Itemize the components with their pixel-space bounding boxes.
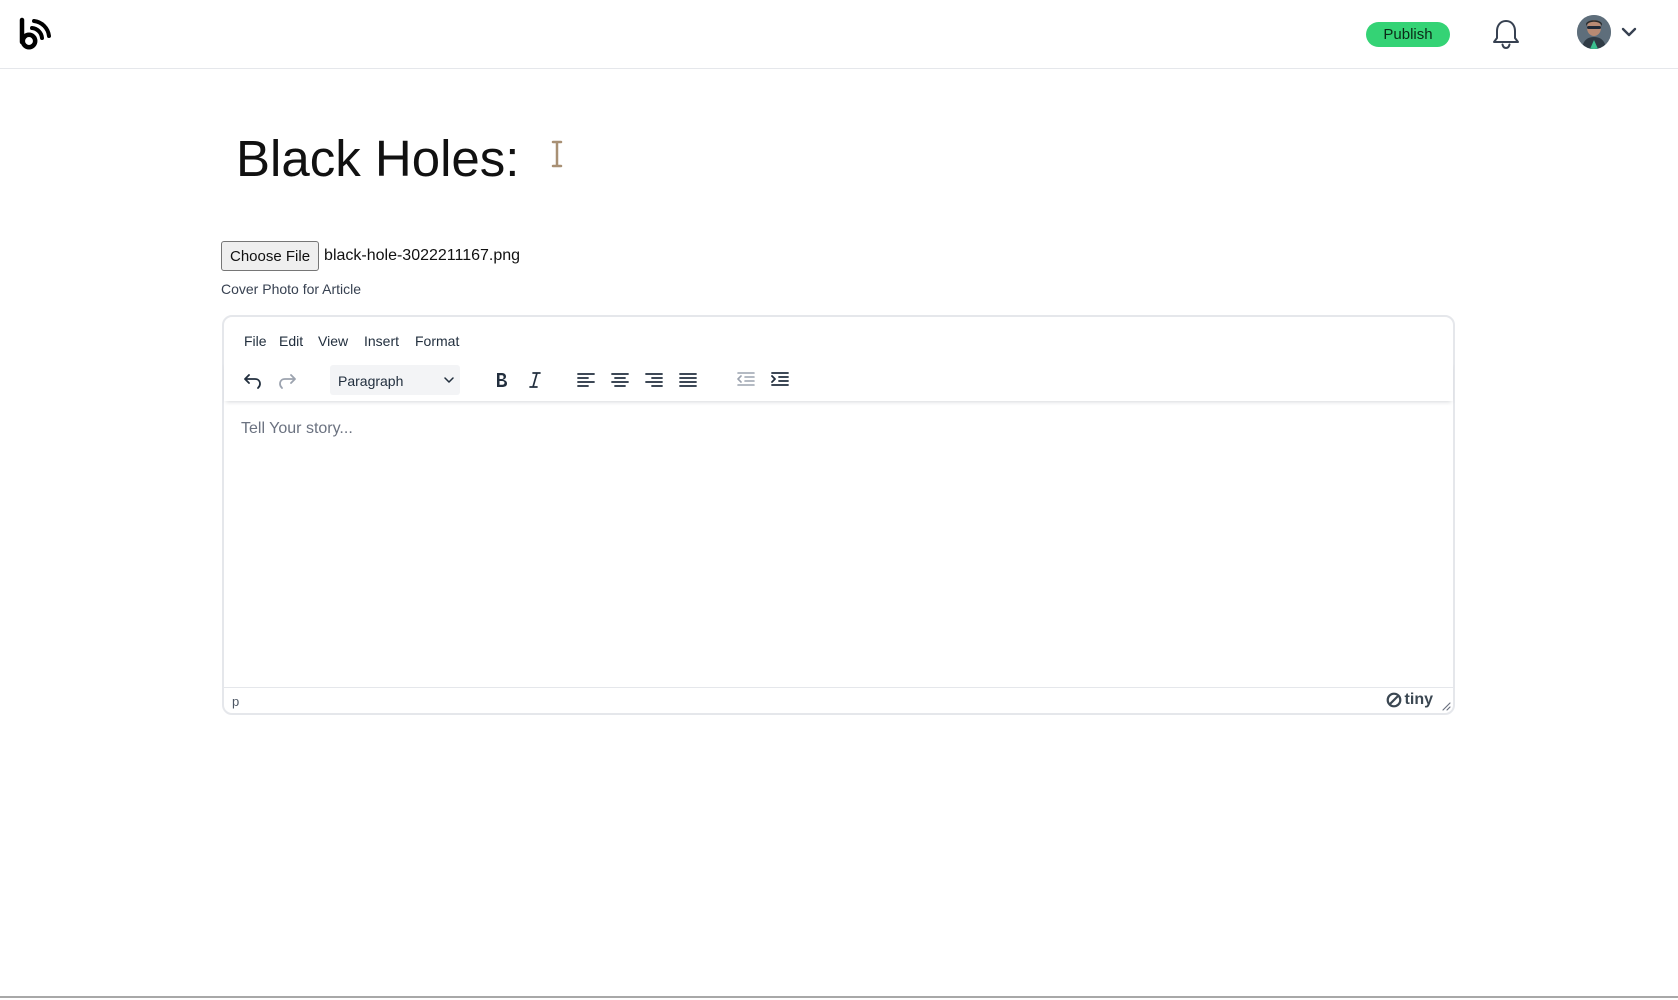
publish-button[interactable]: Publish <box>1366 22 1450 47</box>
align-center-button[interactable] <box>605 365 635 395</box>
italic-button[interactable] <box>520 365 550 395</box>
bold-icon <box>497 373 507 387</box>
user-portrait-icon <box>1577 15 1611 49</box>
menu-insert[interactable]: Insert <box>359 331 404 351</box>
align-left-button[interactable] <box>571 365 601 395</box>
tiny-branding-label: tiny <box>1404 691 1433 708</box>
align-justify-button[interactable] <box>673 365 703 395</box>
align-justify-icon <box>679 373 697 387</box>
bold-button[interactable] <box>486 365 516 395</box>
editor-page: Publish Cho <box>0 0 1678 1000</box>
tiny-logo-icon <box>1386 692 1401 708</box>
rich-text-editor: File Edit View Insert Format Paragraph T… <box>222 315 1455 715</box>
align-center-icon <box>611 373 629 387</box>
editor-placeholder: Tell Your story... <box>241 420 353 437</box>
selected-file-name: black-hole-3022211167.png <box>324 247 521 264</box>
menu-edit[interactable]: Edit <box>274 331 308 351</box>
menu-file[interactable]: File <box>239 331 272 351</box>
menu-view[interactable]: View <box>313 331 353 351</box>
text-cursor-icon <box>551 140 563 168</box>
editor-statusbar: p tiny <box>224 687 1453 713</box>
italic-icon <box>529 372 541 388</box>
top-navbar: Publish <box>0 0 1678 69</box>
editor-content-area[interactable]: Tell Your story... <box>224 403 1453 685</box>
profile-menu[interactable] <box>1577 15 1643 51</box>
chevron-down-icon[interactable] <box>1620 25 1638 39</box>
avatar[interactable] <box>1577 15 1611 49</box>
blog-broadcast-logo-icon[interactable] <box>18 16 54 52</box>
element-path[interactable]: p <box>232 694 239 709</box>
redo-icon <box>279 374 296 389</box>
tiny-branding-link[interactable]: tiny <box>1386 690 1433 710</box>
editor-toolbar: Paragraph <box>224 361 1453 401</box>
outdent-icon <box>737 372 755 386</box>
outdent-button[interactable] <box>731 365 761 395</box>
indent-icon <box>771 372 789 386</box>
indent-button[interactable] <box>765 365 795 395</box>
editor-menubar: File Edit View Insert Format <box>224 317 1453 361</box>
cover-photo-file-input: Choose File black-hole-3022211167.png <box>221 241 520 271</box>
window-bottom-border <box>0 996 1678 998</box>
undo-icon <box>244 374 261 389</box>
cover-photo-label: Cover Photo for Article <box>221 281 362 297</box>
bell-icon[interactable] <box>1490 17 1522 51</box>
block-format-label: Paragraph <box>338 373 404 389</box>
align-right-button[interactable] <box>639 365 669 395</box>
article-title-input[interactable] <box>222 118 1452 198</box>
block-format-select[interactable]: Paragraph <box>330 365 460 395</box>
undo-button[interactable] <box>237 365 267 395</box>
menu-format[interactable]: Format <box>410 331 464 351</box>
align-left-icon <box>577 373 595 387</box>
resize-handle-icon[interactable] <box>1439 699 1451 711</box>
align-right-icon <box>645 373 663 387</box>
redo-button[interactable] <box>273 365 303 395</box>
choose-file-button[interactable]: Choose File <box>221 241 320 271</box>
chevron-down-icon <box>444 377 454 384</box>
